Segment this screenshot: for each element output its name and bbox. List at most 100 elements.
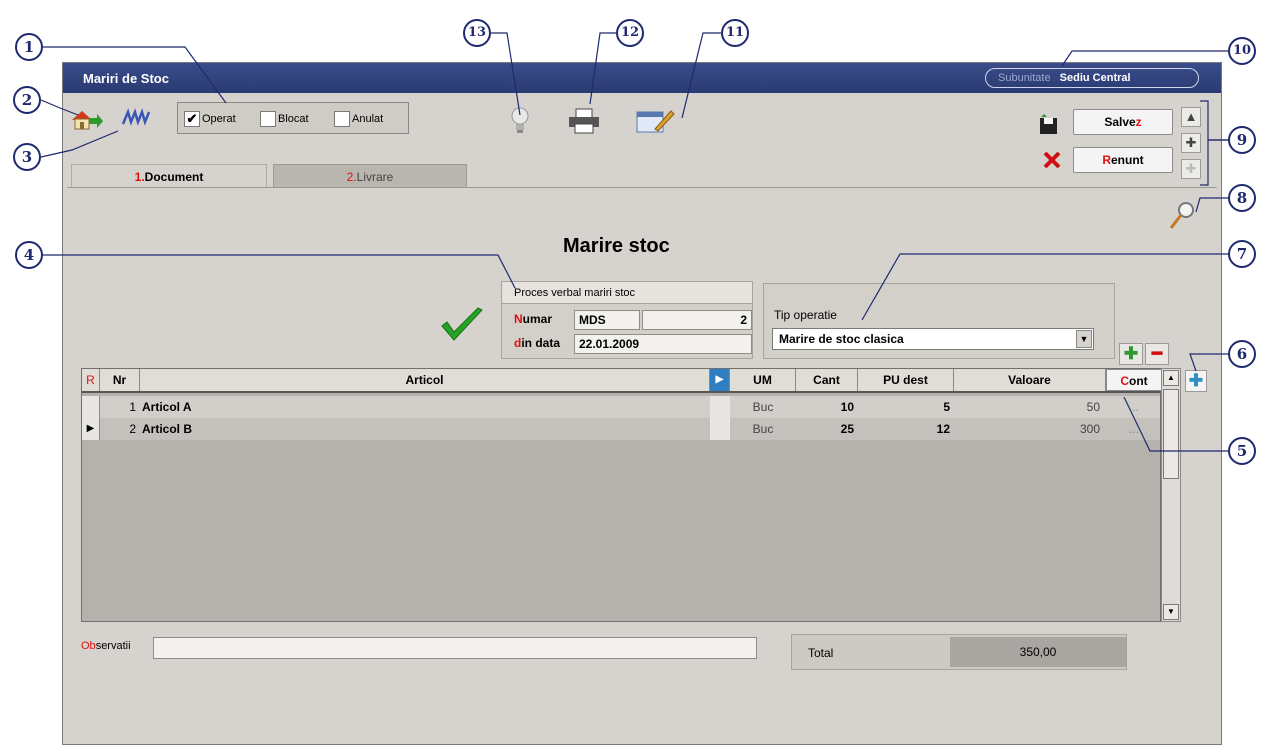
callout-10: 10: [1228, 37, 1256, 65]
callout-12: 12: [616, 19, 644, 47]
operat-check-mark: ✔: [184, 111, 200, 127]
subunit-selector[interactable]: Subunitate Sediu Central: [985, 68, 1199, 88]
callout-1: 1: [15, 33, 43, 61]
row-pu: 12: [936, 422, 950, 436]
add-record-disabled-button[interactable]: ✚: [1181, 159, 1201, 179]
blocat-label: Blocat: [278, 113, 309, 125]
cont-header[interactable]: Cont: [1106, 369, 1162, 391]
callout-3: 3: [13, 143, 41, 171]
window-title: Mariri de Stoc: [83, 71, 169, 86]
title-bar: Mariri de Stoc Subunitate Sediu Central: [63, 63, 1221, 93]
row-cant: 25: [840, 422, 854, 436]
observatii-input[interactable]: [153, 637, 757, 659]
home-exit-icon[interactable]: [69, 105, 103, 133]
operation-type-select[interactable]: Marire de stoc clasica ▼: [772, 328, 1094, 350]
cant-header[interactable]: Cant: [796, 369, 858, 391]
callout-6: 6: [1228, 340, 1256, 368]
mariri-de-stoc-window: Mariri de Stoc Subunitate Sediu Central …: [62, 62, 1222, 745]
callout-7: 7: [1228, 240, 1256, 268]
tab-livrare[interactable]: 2.Livrare: [273, 164, 467, 188]
remove-line-button[interactable]: ━: [1145, 343, 1169, 365]
add-record-button[interactable]: ✚: [1181, 133, 1201, 153]
row-cant: 10: [840, 400, 854, 414]
document-type-header[interactable]: Proces verbal mariri stoc: [502, 282, 752, 304]
items-grid: R Nr Articol ▶ UM Cant PU dest Valoare C…: [81, 368, 1162, 622]
anulat-checkbox[interactable]: Anulat: [334, 111, 383, 127]
row-um: Buc: [752, 400, 774, 414]
row-pu: 5: [943, 400, 950, 414]
tab-document-number: 1.: [134, 170, 145, 184]
navigate-up-button[interactable]: ▲: [1181, 107, 1201, 127]
row-valoare: 50: [1086, 400, 1100, 414]
add-column-button[interactable]: ✚: [1185, 370, 1207, 392]
callout-4: 4: [15, 241, 43, 269]
magnifier-icon[interactable]: [1167, 199, 1197, 233]
valoare-header[interactable]: Valoare: [954, 369, 1106, 391]
pu-dest-header[interactable]: PU dest: [858, 369, 954, 391]
row-selector[interactable]: ▶: [82, 418, 100, 440]
callout-9: 9: [1228, 126, 1256, 154]
operation-type-value: Marire de stoc clasica: [779, 332, 904, 346]
scroll-down-button[interactable]: ▼: [1163, 604, 1179, 620]
callout-2: 2: [13, 86, 41, 114]
column-chooser-icon[interactable]: ▶: [710, 369, 730, 391]
tab-document-label: Document: [144, 170, 204, 184]
row-articol: Articol A: [142, 400, 192, 414]
numar-label: Numar: [514, 312, 553, 326]
cancel-icon: [1041, 149, 1063, 171]
date-label: din data: [514, 336, 561, 350]
date-field[interactable]: 22.01.2009: [574, 334, 752, 354]
number-field[interactable]: 2: [642, 310, 752, 330]
callout-5: 5: [1228, 437, 1256, 465]
tab-livrare-number: 2.: [346, 170, 357, 184]
row-nr: 2: [129, 422, 136, 436]
total-value: 350,00: [950, 637, 1126, 667]
operat-checkbox[interactable]: ✔ Operat: [184, 111, 236, 127]
um-header[interactable]: UM: [730, 369, 796, 391]
edit-notes-icon[interactable]: [635, 107, 675, 135]
callout-8: 8: [1228, 184, 1256, 212]
anulat-label: Anulat: [352, 113, 384, 125]
row-spacer: [710, 396, 730, 418]
table-row[interactable]: 1 Articol A Buc 10 5 50 ...: [82, 396, 1160, 418]
lightbulb-icon[interactable]: [509, 105, 531, 137]
signature-icon[interactable]: [121, 107, 155, 131]
row-cont[interactable]: ...: [1106, 418, 1162, 440]
scroll-up-button[interactable]: ▲: [1163, 370, 1179, 386]
total-box: Total 350,00: [791, 634, 1127, 670]
add-line-button[interactable]: ✚: [1119, 343, 1143, 365]
cancel-hotkey: R: [1102, 153, 1111, 167]
tab-livrare-label: Livrare: [356, 170, 394, 184]
save-button[interactable]: Salvez: [1073, 109, 1173, 135]
cancel-label: enunt: [1111, 153, 1144, 167]
operat-label: Operat: [202, 113, 236, 125]
table-row[interactable]: ▶ 2 Articol B Buc 25 12 300 ...: [82, 418, 1160, 440]
row-um: Buc: [752, 422, 774, 436]
tab-document[interactable]: 1.Document: [71, 164, 267, 188]
scroll-thumb[interactable]: [1163, 389, 1179, 479]
callout-11: 11: [721, 19, 749, 47]
observatii-label: Observatii: [81, 640, 131, 652]
dropdown-arrow-icon[interactable]: ▼: [1076, 330, 1092, 348]
marker-header: R: [82, 369, 100, 391]
blocat-checkbox[interactable]: Blocat: [260, 111, 309, 127]
printer-icon[interactable]: [567, 107, 601, 135]
subunit-value: Sediu Central: [1059, 72, 1131, 84]
articol-header[interactable]: Articol: [140, 369, 710, 391]
save-icon: [1037, 113, 1061, 137]
row-valoare: 300: [1079, 422, 1100, 436]
cancel-button[interactable]: Renunt: [1073, 147, 1173, 173]
series-field[interactable]: MDS: [574, 310, 640, 330]
grid-scrollbar[interactable]: ▲ ▼: [1161, 368, 1181, 622]
validated-check-icon: [439, 305, 485, 345]
row-spacer: [710, 418, 730, 440]
nr-header[interactable]: Nr: [100, 369, 140, 391]
row-selector[interactable]: [82, 396, 100, 418]
grid-header: R Nr Articol ▶ UM Cant PU dest Valoare C…: [82, 369, 1162, 393]
operation-type-panel: Tip operatie Marire de stoc clasica ▼: [763, 283, 1115, 359]
operation-type-label: Tip operatie: [774, 308, 837, 322]
row-cont[interactable]: ...: [1106, 396, 1162, 418]
document-info-panel: Proces verbal mariri stoc Numar MDS 2 di…: [501, 281, 753, 359]
total-label: Total: [808, 646, 834, 660]
row-articol: Articol B: [142, 422, 193, 436]
